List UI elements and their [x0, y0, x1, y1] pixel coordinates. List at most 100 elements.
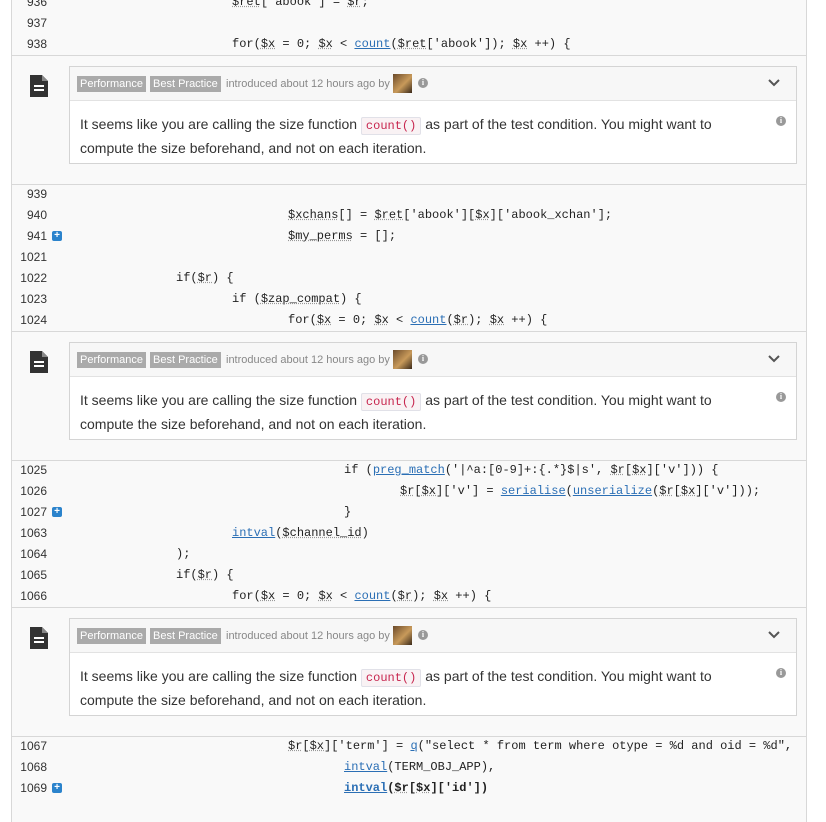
code-text: $my_perms = [];: [288, 229, 397, 243]
issue-card: Performance Best Practice introduced abo…: [69, 342, 797, 440]
file-text-icon: [30, 627, 48, 649]
expand-lines-button[interactable]: +: [52, 507, 62, 517]
line-number: 1023: [20, 292, 47, 306]
line-number: 1068: [20, 760, 47, 774]
code-line: 940 $xchans[] = $ret['abook'][$x]['abook_…: [12, 205, 806, 226]
info-icon[interactable]: i: [418, 354, 428, 364]
code-line: 1065 if($r) {: [12, 565, 806, 586]
line-number: 1066: [20, 589, 47, 603]
line-number: 1065: [20, 568, 47, 582]
line-number: 1022: [20, 271, 47, 285]
line-number: 938: [26, 37, 47, 51]
issue-message: It seems like you are calling the size f…: [80, 392, 712, 432]
info-icon[interactable]: i: [776, 668, 786, 678]
code-line: 1025 if (preg_match('|^a:[0-9]+:{.*}$|s',…: [12, 460, 806, 481]
code-line: 938 for($x = 0; $x < count($ret['abook'])…: [12, 34, 806, 55]
code-text: if ($zap_compat) {: [232, 292, 362, 306]
chevron-down-icon[interactable]: [768, 629, 780, 641]
chevron-down-icon[interactable]: [768, 77, 780, 89]
code-text: $ret['abook'] = $r;: [232, 0, 369, 9]
code-review-panel: 936 $ret['abook'] = $r; 937 938 for($x = 0…: [11, 0, 807, 822]
code-text: if($r) {: [176, 271, 234, 285]
code-line: 1022 if($r) {: [12, 268, 806, 289]
code-line: 1027 +}: [12, 502, 806, 523]
code-text: intval($channel_id): [232, 526, 369, 540]
line-number: 1024: [20, 313, 47, 327]
code-line: 1023 if ($zap_compat) {: [12, 289, 806, 310]
introduced-text: introduced about 12 hours ago by: [226, 78, 390, 90]
code-text: if($r) {: [176, 568, 234, 582]
info-icon[interactable]: i: [776, 392, 786, 402]
info-icon[interactable]: i: [776, 116, 786, 126]
line-number: 1067: [20, 739, 47, 753]
issue-comment: Performance Best Practice introduced abo…: [12, 607, 806, 737]
code-snippet: count(): [360, 393, 422, 411]
code-line: 1068 intval(TERM_OBJ_APP),: [12, 757, 806, 778]
line-number: 1021: [20, 250, 47, 264]
code-line: 1026 $r[$x]['v'] = serialise(unserialize(…: [12, 481, 806, 502]
code-line: 1024 for($x = 0; $x < count($r); $x ++) {: [12, 310, 806, 331]
code-text: intval($r[$x]['id']): [344, 781, 489, 795]
line-number: 936: [26, 0, 47, 9]
info-icon[interactable]: i: [418, 630, 428, 640]
code-text: $r[$x]['term'] = q("select * from term w…: [288, 739, 793, 753]
issue-comment: Performance Best Practice introduced abo…: [12, 55, 806, 185]
code-text: intval(TERM_OBJ_APP),: [344, 760, 496, 774]
chevron-down-icon[interactable]: [768, 353, 780, 365]
code-text: if (preg_match('|^a:[0-9]+:{.*}$|s', $r[…: [344, 463, 719, 477]
code-line: 1021: [12, 247, 806, 268]
code-text: $r[$x]['v'] = serialise(unserialize($r[$…: [400, 484, 761, 498]
file-text-icon: [30, 351, 48, 373]
issue-comment: Performance Best Practice introduced abo…: [12, 331, 806, 461]
introduced-text: introduced about 12 hours ago by: [226, 354, 390, 366]
line-number: 940: [26, 208, 47, 222]
line-number: 1069: [20, 781, 47, 795]
avatar[interactable]: [393, 350, 412, 369]
code-line: 939: [12, 184, 806, 205]
code-line: 937: [12, 13, 806, 34]
introduced-text: introduced about 12 hours ago by: [226, 630, 390, 642]
line-number: 1063: [20, 526, 47, 540]
code-text: for($x = 0; $x < count($r); $x ++) {: [232, 589, 492, 603]
line-number: 937: [26, 16, 47, 30]
tag-best-practice[interactable]: Best Practice: [150, 352, 221, 368]
code-line: 1064);: [12, 544, 806, 565]
issue-card: Performance Best Practice introduced abo…: [69, 66, 797, 164]
code-line: 941 + $my_perms = [];: [12, 226, 806, 247]
expand-lines-button[interactable]: +: [52, 231, 62, 241]
line-number: 1064: [20, 547, 47, 561]
tag-performance[interactable]: Performance: [77, 76, 146, 92]
code-line: 1069 + intval($r[$x]['id']): [12, 778, 806, 799]
code-text: for($x = 0; $x < count($r); $x ++) {: [288, 313, 548, 327]
code-text: $xchans[] = $ret['abook'][$x]['abook_xch…: [288, 208, 613, 222]
issue-header[interactable]: Performance Best Practice introduced abo…: [70, 67, 796, 101]
code-line: 936 $ret['abook'] = $r;: [12, 0, 806, 13]
issue-message: It seems like you are calling the size f…: [80, 116, 712, 156]
line-number: 1027: [20, 505, 47, 519]
code-line: 1063 intval($channel_id): [12, 523, 806, 544]
code-line: 1067 $r[$x]['term'] = q("select * from te…: [12, 736, 806, 757]
issue-header[interactable]: Performance Best Practice introduced abo…: [70, 343, 796, 377]
tag-performance[interactable]: Performance: [77, 352, 146, 368]
code-snippet: count(): [360, 669, 422, 687]
expand-lines-button[interactable]: +: [52, 783, 62, 793]
tag-best-practice[interactable]: Best Practice: [150, 76, 221, 92]
code-text: );: [176, 547, 191, 561]
code-line: 1066 for($x = 0; $x < count($r); $x ++) {: [12, 586, 806, 607]
file-text-icon: [30, 75, 48, 97]
code-text: for($x = 0; $x < count($ret['abook']); $…: [232, 37, 571, 51]
code-snippet: count(): [360, 117, 422, 135]
avatar[interactable]: [393, 626, 412, 645]
code-text: }: [344, 505, 352, 519]
issue-card: Performance Best Practice introduced abo…: [69, 618, 797, 716]
line-number: 939: [26, 187, 47, 201]
tag-best-practice[interactable]: Best Practice: [150, 628, 221, 644]
line-number: 941: [26, 229, 47, 243]
issue-message: It seems like you are calling the size f…: [80, 668, 712, 708]
issue-header[interactable]: Performance Best Practice introduced abo…: [70, 619, 796, 653]
tag-performance[interactable]: Performance: [77, 628, 146, 644]
line-number: 1026: [20, 484, 47, 498]
line-number: 1025: [20, 463, 47, 477]
info-icon[interactable]: i: [418, 78, 428, 88]
avatar[interactable]: [393, 74, 412, 93]
